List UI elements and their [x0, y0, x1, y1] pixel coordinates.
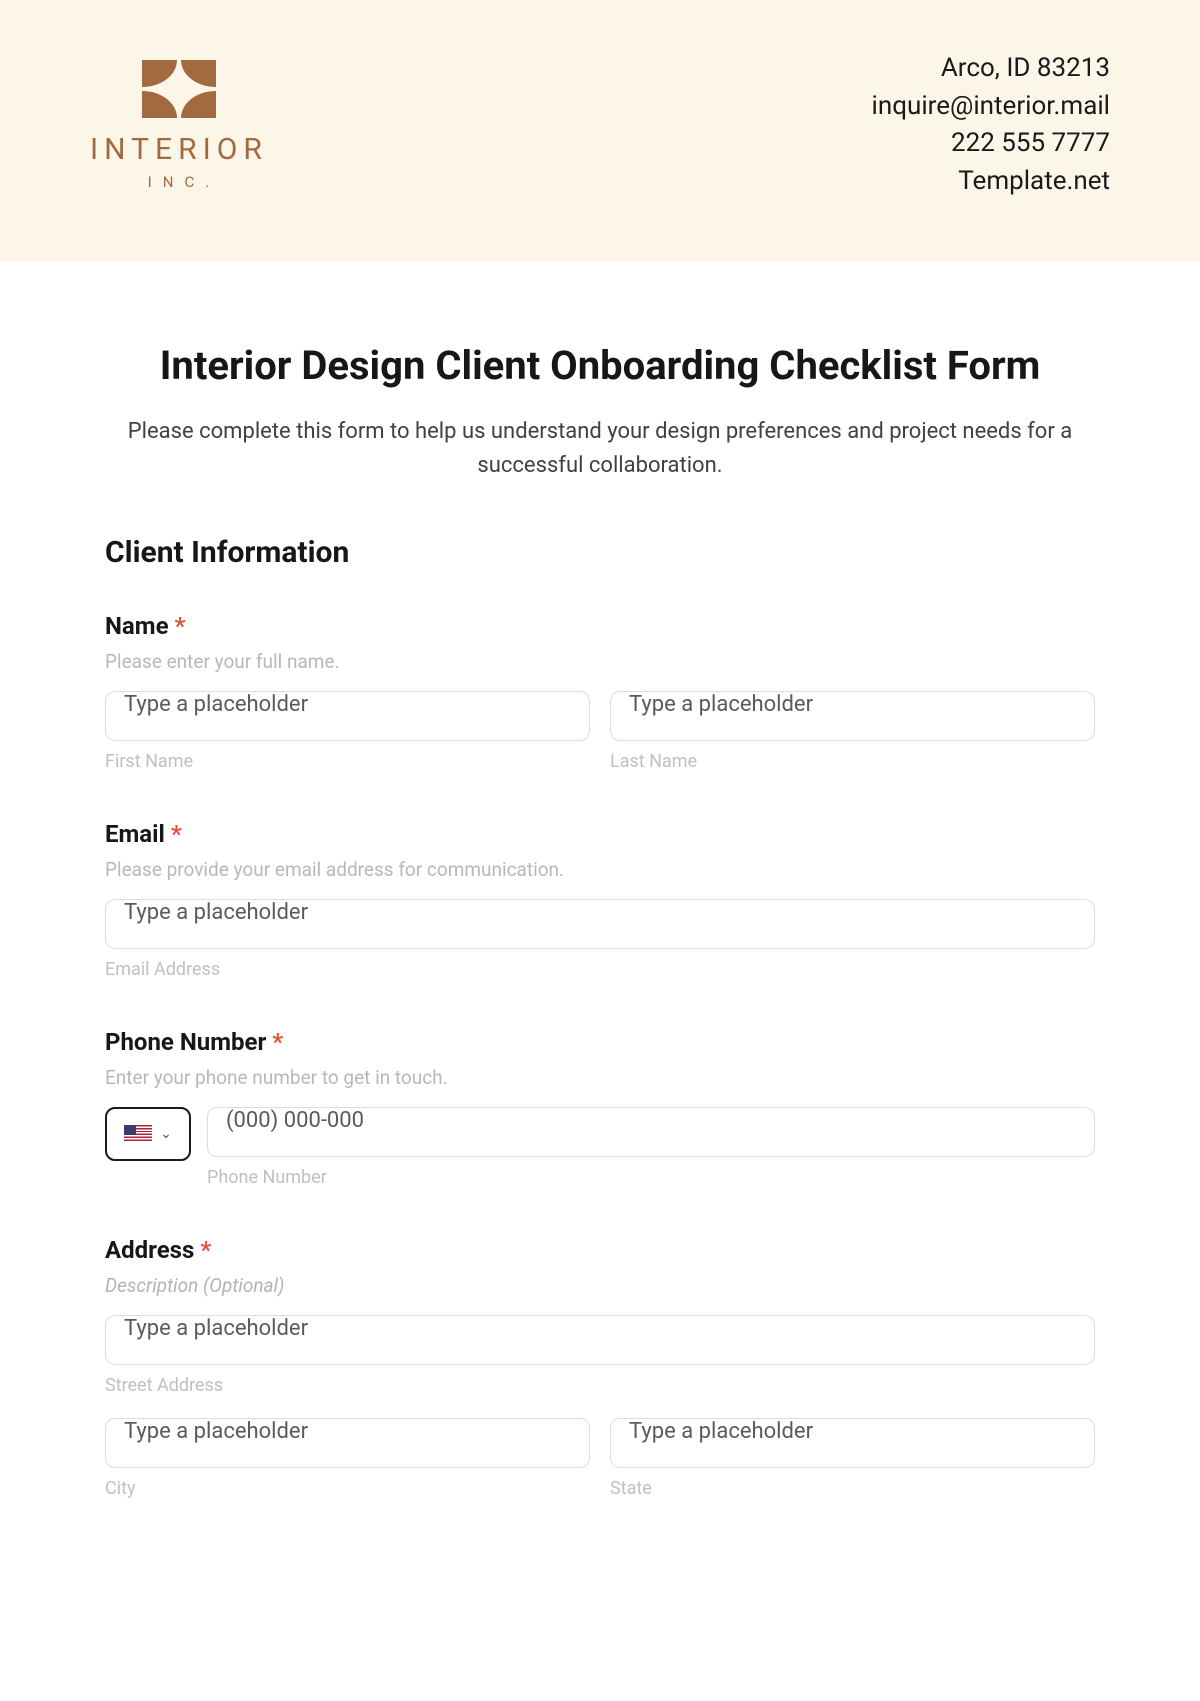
phone-input[interactable]: (000) 000-000 — [207, 1107, 1095, 1157]
email-sublabel: Email Address — [105, 959, 1095, 980]
field-name: Name * Please enter your full name. Type… — [105, 612, 1095, 772]
field-address: Address * Description (Optional) Type a … — [105, 1236, 1095, 1499]
phone-sublabel: Phone Number — [207, 1167, 1095, 1188]
first-name-sublabel: First Name — [105, 751, 590, 772]
contact-address: Arco, ID 83213 — [872, 50, 1110, 88]
required-mark: * — [171, 820, 182, 848]
email-input[interactable]: Type a placeholder — [105, 899, 1095, 949]
contact-email: inquire@interior.mail — [872, 88, 1110, 126]
required-mark: * — [272, 1028, 283, 1056]
last-name-sublabel: Last Name — [610, 751, 1095, 772]
street-address-input[interactable]: Type a placeholder — [105, 1315, 1095, 1365]
company-logo: INTERIOR INC. — [90, 60, 268, 191]
logo-mark-icon — [142, 60, 216, 118]
required-mark: * — [200, 1236, 211, 1264]
address-help: Description (Optional) — [105, 1274, 1095, 1297]
first-name-input[interactable]: Type a placeholder — [105, 691, 590, 741]
form-intro: Please complete this form to help us und… — [105, 415, 1095, 483]
logo-subtext: INC. — [138, 173, 221, 191]
country-code-select[interactable]: ⌄ — [105, 1107, 191, 1161]
last-name-input[interactable]: Type a placeholder — [610, 691, 1095, 741]
contact-info: Arco, ID 83213 inquire@interior.mail 222… — [872, 50, 1110, 201]
phone-help: Enter your phone number to get in touch. — [105, 1066, 1095, 1089]
contact-phone: 222 555 7777 — [872, 125, 1110, 163]
field-email: Email * Please provide your email addres… — [105, 820, 1095, 980]
chevron-down-icon: ⌄ — [160, 1126, 172, 1142]
section-client-information: Client Information — [105, 535, 1095, 570]
form-title: Interior Design Client Onboarding Checkl… — [105, 341, 1095, 391]
letterhead-header: INTERIOR INC. Arco, ID 83213 inquire@int… — [0, 0, 1200, 261]
city-sublabel: City — [105, 1478, 590, 1499]
address-label: Address * — [105, 1236, 1095, 1264]
email-help: Please provide your email address for co… — [105, 858, 1095, 881]
required-mark: * — [175, 612, 186, 640]
state-input[interactable]: Type a placeholder — [610, 1418, 1095, 1468]
state-sublabel: State — [610, 1478, 1095, 1499]
logo-wordmark: INTERIOR — [90, 132, 268, 167]
field-phone: Phone Number * Enter your phone number t… — [105, 1028, 1095, 1188]
phone-label: Phone Number * — [105, 1028, 1095, 1056]
street-address-sublabel: Street Address — [105, 1375, 1095, 1396]
us-flag-icon — [124, 1125, 152, 1143]
contact-website: Template.net — [872, 163, 1110, 201]
email-label: Email * — [105, 820, 1095, 848]
name-label: Name * — [105, 612, 1095, 640]
name-help: Please enter your full name. — [105, 650, 1095, 673]
form-content: Interior Design Client Onboarding Checkl… — [0, 261, 1200, 1587]
city-input[interactable]: Type a placeholder — [105, 1418, 590, 1468]
